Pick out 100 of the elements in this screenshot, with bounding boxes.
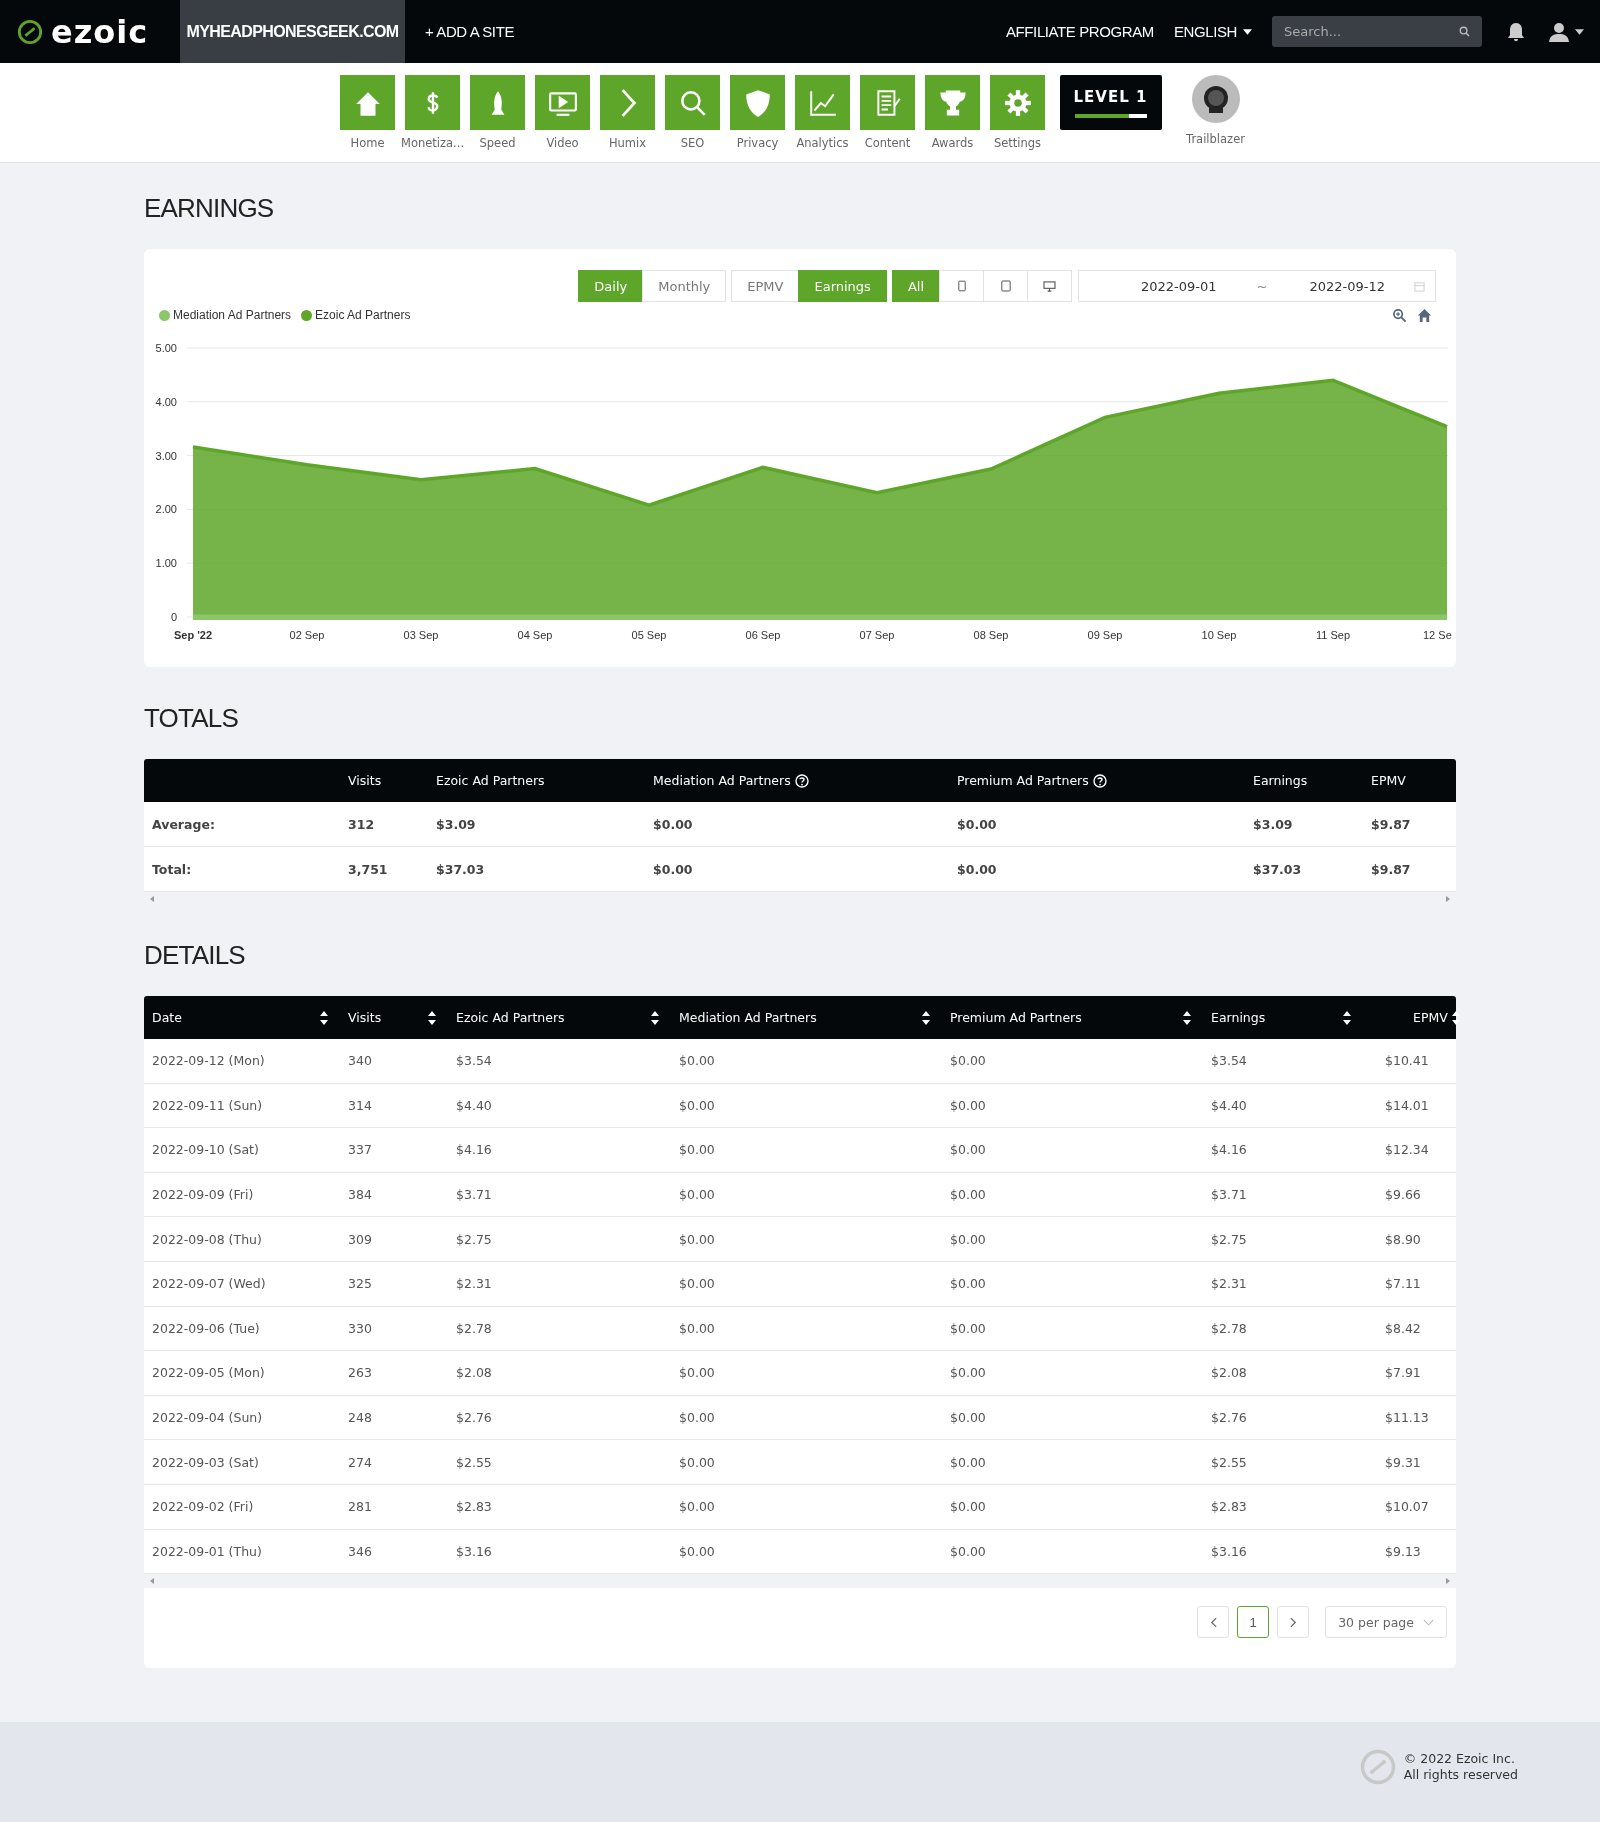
table-cell-text: $8.42	[1384, 1320, 1422, 1336]
table-cell-text: $3.54	[1210, 1053, 1248, 1069]
sort-icon[interactable]	[320, 1010, 328, 1025]
table-cell-text: 3,751	[347, 861, 389, 877]
sort-icon[interactable]	[922, 1010, 930, 1025]
section-title: TOTALS	[144, 703, 239, 735]
sort-icon[interactable]	[1183, 1010, 1191, 1025]
date-range-field[interactable]: 2022-09-01 ~ 2022-09-12	[1078, 270, 1436, 302]
column-header: Earnings	[1252, 772, 1309, 790]
sort-icon[interactable]	[651, 1010, 659, 1025]
table-cell-text: $7.91	[1384, 1365, 1422, 1381]
x-axis-label: 09 Sep	[1087, 629, 1123, 641]
site-tab[interactable]: MYHEADPHONESGEEK.COM	[180, 0, 405, 63]
table-cell-text: 384	[347, 1187, 373, 1203]
column-header[interactable]: Mediation Ad Partners	[671, 996, 942, 1039]
column-header: Mediation Ad Partners	[645, 759, 949, 802]
table-cell-text: 248	[347, 1410, 373, 1426]
table-cell-text: $0.00	[678, 1053, 716, 1069]
table-cell-text: 2022-09-03 (Sat)	[151, 1454, 260, 1470]
help-icon[interactable]	[1092, 773, 1107, 788]
table-cell-text: $0.00	[678, 1097, 716, 1113]
table-cell-text: $0.00	[956, 861, 998, 877]
table-cell-text: $9.66	[1384, 1187, 1422, 1203]
table-cell-text: $0.00	[949, 1097, 987, 1113]
desktop-tab[interactable]	[1027, 270, 1072, 302]
table-cell-text: $37.03	[1252, 861, 1303, 877]
row-label: Average:	[151, 816, 216, 832]
table-cell-text: 263	[347, 1365, 373, 1381]
gear-icon	[1002, 87, 1033, 118]
sort-icon[interactable]	[428, 1010, 436, 1025]
bell-icon[interactable]	[1506, 20, 1526, 43]
table-cell-text: $4.16	[1210, 1142, 1248, 1158]
table-cell-text: $0.00	[949, 1187, 987, 1203]
period-tab[interactable]: Monthly	[642, 270, 727, 302]
zoom-icon[interactable]	[1392, 307, 1407, 323]
table-cell-text: $0.00	[949, 1320, 987, 1336]
table-cell-text: 330	[347, 1320, 373, 1336]
table-cell-text: $2.31	[1210, 1276, 1248, 1292]
monitor-icon	[1043, 280, 1056, 292]
table-cell-text: 2022-09-10 (Sat)	[151, 1142, 260, 1158]
per-page-dropdown[interactable]: 30 per page	[1325, 1606, 1447, 1639]
metric-tab[interactable]: EPMV	[731, 270, 800, 302]
y-axis-label: 1.00	[155, 557, 177, 570]
column-header: Visits	[347, 772, 383, 790]
table-cell-text: $2.78	[455, 1320, 493, 1336]
column-header[interactable]: Date	[144, 996, 340, 1039]
table-cell-text: $0.00	[956, 816, 998, 832]
table-cell-text: $2.75	[455, 1231, 493, 1247]
language-dropdown[interactable]: ENGLISH	[1173, 23, 1252, 40]
column-header[interactable]: EPMV	[1363, 996, 1472, 1039]
table-cell-text: $3.16	[1210, 1543, 1248, 1559]
search-icon[interactable]	[1459, 26, 1470, 37]
table-cell-text: 325	[347, 1276, 373, 1292]
table-cell-text: 281	[347, 1499, 373, 1515]
table-cell-text: 2022-09-02 (Fri)	[151, 1499, 255, 1515]
x-axis-label: 08 Sep	[973, 629, 1009, 641]
search-field[interactable]: Search...	[1272, 16, 1482, 47]
help-icon[interactable]	[794, 773, 809, 788]
column-header[interactable]: Ezoic Ad Partners	[448, 996, 671, 1039]
page-button[interactable]: 1	[1237, 1606, 1270, 1639]
column-header[interactable]: Premium Ad Partners	[942, 996, 1203, 1039]
add-site-link[interactable]: + ADD A SITE	[425, 23, 514, 40]
logo-icon	[17, 18, 43, 45]
sort-icon[interactable]	[1343, 1010, 1351, 1025]
column-header: EPMV	[1370, 772, 1407, 790]
y-axis-label: 2.00	[155, 503, 177, 516]
column-header[interactable]: Earnings	[1203, 996, 1363, 1039]
table-cell-text: $0.00	[678, 1543, 716, 1559]
table-cell-text: 2022-09-01 (Thu)	[151, 1543, 263, 1559]
table-cell-text: $0.00	[678, 1142, 716, 1158]
table-cell-text: $2.08	[455, 1365, 493, 1381]
caret-icon	[1575, 28, 1584, 35]
table-cell-text: $0.00	[678, 1454, 716, 1470]
x-axis-label: 03 Sep	[403, 629, 439, 641]
x-axis-label: 12 Se	[1423, 629, 1452, 641]
table-cell-text: 2022-09-04 (Sun)	[151, 1410, 264, 1426]
home-icon[interactable]	[1417, 307, 1432, 323]
table-cell-text: 312	[347, 816, 376, 832]
x-axis-label: 06 Sep	[745, 629, 781, 641]
calendar-icon	[1414, 280, 1425, 292]
table-cell-text: $11.13	[1384, 1410, 1430, 1426]
table-cell-text: $0.00	[949, 1499, 987, 1515]
section-title: DETAILS	[144, 940, 246, 972]
logo-text[interactable]: ezoic	[51, 12, 149, 51]
affiliate-link[interactable]: AFFILIATE PROGRAM	[1006, 23, 1154, 40]
column-header[interactable]: Visits	[340, 996, 448, 1039]
rights-text: All rights reserved	[1403, 1767, 1518, 1783]
table-cell-text: $10.41	[1384, 1053, 1430, 1069]
level-badge[interactable]: LEVEL 1	[1059, 75, 1162, 130]
table-cell-text: $4.40	[1210, 1097, 1248, 1113]
user-menu[interactable]	[1548, 20, 1584, 43]
legend-label[interactable]: Mediation Ad Partners	[173, 308, 292, 322]
table-cell-text: 309	[347, 1231, 373, 1247]
profile-tile[interactable]: Trailblazer	[1175, 75, 1256, 146]
legend-label[interactable]: Ezoic Ad Partners	[315, 308, 411, 322]
sort-icon[interactable]	[1451, 1010, 1460, 1025]
table-cell-text: 2022-09-09 (Fri)	[151, 1187, 255, 1203]
table-cell-text: 340	[347, 1053, 373, 1069]
table-cell-text: 2022-09-07 (Wed)	[151, 1276, 267, 1292]
table-cell-text: $8.90	[1384, 1231, 1422, 1247]
